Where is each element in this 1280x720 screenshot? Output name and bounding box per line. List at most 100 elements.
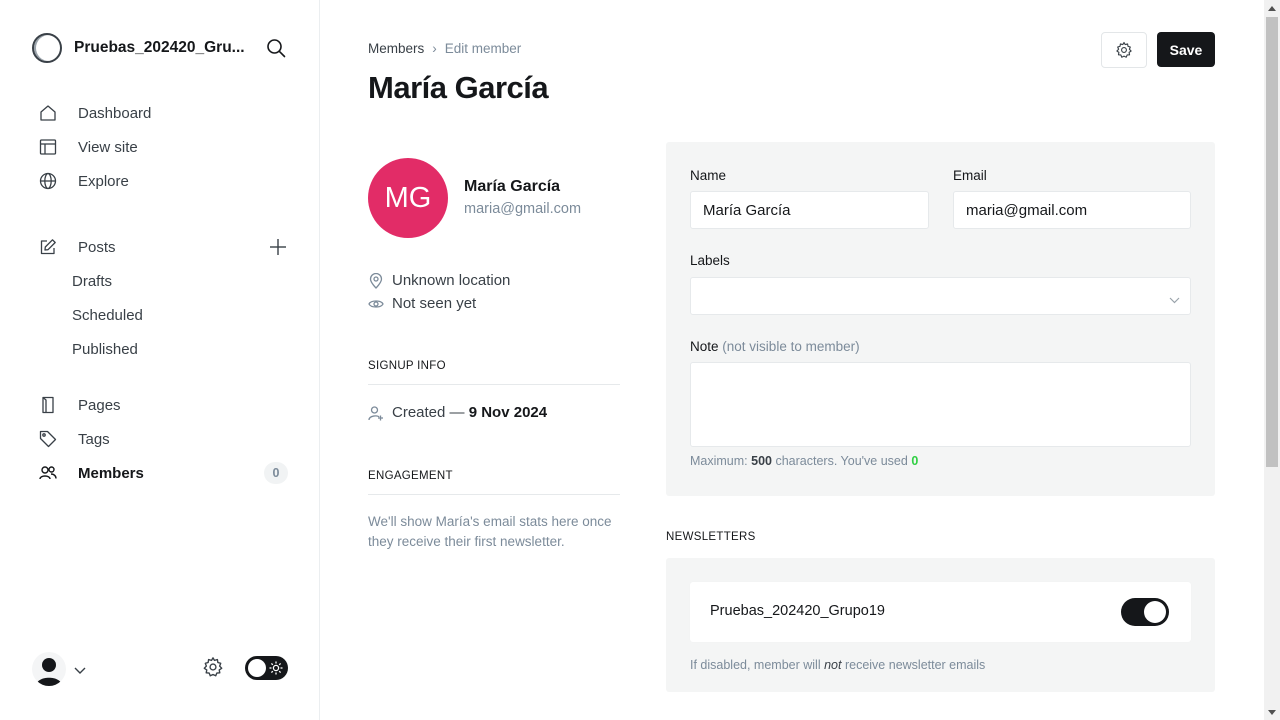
site-logo[interactable] (32, 33, 62, 63)
hint-max-prefix: Maximum: (690, 454, 748, 468)
eye-icon (368, 296, 384, 312)
nav-item-view-site[interactable]: View site (32, 130, 288, 164)
user-silhouette-icon (36, 658, 62, 686)
newsletter-name: Pruebas_202420_Grupo19 (710, 603, 885, 619)
pencil-square-icon (38, 237, 58, 257)
nav-label-posts: Posts (78, 238, 116, 256)
newsletters-heading: NEWSLETTERS (666, 531, 756, 543)
note-label-hint: (not visible to member) (722, 339, 860, 354)
page-scrollbar[interactable] (1264, 0, 1280, 720)
breadcrumb-members-link[interactable]: Members (368, 41, 424, 56)
hint-max-value: 500 (751, 454, 772, 468)
engagement-heading: ENGAGEMENT (368, 470, 620, 495)
toggle-knob (1144, 601, 1166, 623)
newsletter-hint: If disabled, member will not receive new… (690, 658, 985, 672)
note-char-hint: Maximum: 500 characters. You've used 0 (690, 454, 918, 468)
nav-item-members[interactable]: Members 0 (32, 456, 288, 490)
name-field[interactable]: María García (690, 191, 929, 229)
nl-hint-em: not (824, 658, 842, 672)
member-name: María García (464, 178, 561, 195)
nav-item-tags[interactable]: Tags (32, 422, 288, 456)
site-title[interactable]: Pruebas_202420_Gru... (74, 39, 250, 57)
email-field[interactable]: maria@gmail.com (953, 191, 1191, 229)
member-avatar: MG (368, 158, 448, 238)
nl-hint-after: receive newsletter emails (844, 658, 986, 672)
toggle-knob (248, 659, 266, 677)
layout-icon (38, 137, 58, 157)
nav-item-scheduled[interactable]: Scheduled (32, 298, 288, 332)
users-icon (38, 463, 58, 483)
created-row: Created — 9 Nov 2024 (368, 404, 547, 421)
home-icon (38, 103, 58, 123)
members-count-badge: 0 (264, 462, 288, 484)
user-plus-icon (368, 405, 384, 421)
globe-icon (38, 171, 58, 191)
save-button[interactable]: Save (1157, 32, 1215, 67)
sun-icon (269, 661, 283, 680)
content-nav: Posts Drafts Scheduled Published (32, 230, 288, 366)
name-label: Name (690, 168, 727, 183)
scroll-up-arrow-icon[interactable] (1264, 0, 1280, 16)
member-email: maria@gmail.com (464, 201, 582, 217)
member-settings-button[interactable] (1101, 32, 1147, 68)
nav-label-drafts: Drafts (72, 272, 113, 290)
newsletters-panel: Pruebas_202420_Grupo19 If disabled, memb… (666, 558, 1215, 692)
nl-hint-before: If disabled, member will (690, 658, 821, 672)
breadcrumb-chevron-icon: › (432, 41, 437, 56)
newsletter-subscription-toggle[interactable] (1121, 598, 1169, 626)
tag-icon (38, 429, 58, 449)
nav-label-view-site: View site (78, 138, 138, 156)
nav-label-pages: Pages (78, 396, 121, 414)
main-content: Members › Edit member María García Save … (320, 0, 1264, 720)
email-label: Email (953, 168, 987, 183)
created-date: 9 Nov 2024 (468, 404, 548, 421)
labels-label: Labels (690, 253, 730, 268)
last-seen-text: Not seen yet (392, 295, 477, 312)
nav-label-dashboard: Dashboard (78, 104, 152, 122)
note-textarea[interactable] (690, 362, 1191, 447)
location-pin-icon (368, 272, 384, 289)
note-label: Note (not visible to member) (690, 339, 860, 354)
site-nav: Pages Tags Members 0 (32, 388, 288, 490)
member-profile: MG María García maria@gmail.com Unknown … (368, 158, 620, 549)
nav-label-explore: Explore (78, 172, 129, 190)
nav-item-published[interactable]: Published (32, 332, 288, 366)
user-avatar[interactable] (32, 652, 66, 686)
chevron-down-icon (1169, 291, 1180, 309)
site-header: Pruebas_202420_Gru... (32, 32, 288, 64)
settings-gear-icon[interactable] (202, 656, 224, 683)
nav-item-pages[interactable]: Pages (32, 388, 288, 422)
engagement-text: We'll show María's email stats here once… (368, 514, 612, 549)
hint-used-value: 0 (911, 454, 919, 468)
primary-nav: Dashboard View site Explore (32, 96, 288, 198)
nav-label-members: Members (78, 464, 144, 482)
breadcrumb-current: Edit member (444, 41, 522, 56)
breadcrumb: Members › Edit member (368, 41, 521, 56)
chevron-down-icon[interactable] (74, 662, 86, 680)
hint-max-mid: characters. You've used (775, 454, 908, 468)
theme-toggle[interactable] (245, 656, 288, 680)
nav-item-posts[interactable]: Posts (32, 230, 288, 264)
sidebar-footer (32, 648, 288, 688)
search-icon[interactable] (264, 36, 288, 60)
nav-label-scheduled: Scheduled (72, 306, 143, 324)
nav-item-explore[interactable]: Explore (32, 164, 288, 198)
nav-label-published: Published (72, 340, 138, 358)
page-icon (38, 395, 58, 415)
member-form: Name María García Email maria@gmail.com … (666, 142, 1215, 496)
nav-item-dashboard[interactable]: Dashboard (32, 96, 288, 130)
newsletter-item: Pruebas_202420_Grupo19 (690, 582, 1191, 642)
created-prefix: Created — (392, 404, 465, 421)
new-post-plus-icon[interactable] (268, 237, 288, 257)
signup-info-heading: SIGNUP INFO (368, 360, 620, 385)
gear-icon (1116, 41, 1132, 58)
scrollbar-thumb[interactable] (1266, 17, 1278, 467)
note-label-text: Note (690, 339, 719, 354)
nav-item-drafts[interactable]: Drafts (32, 264, 288, 298)
scroll-down-arrow-icon[interactable] (1264, 704, 1280, 720)
labels-select[interactable] (690, 277, 1191, 315)
nav-label-tags: Tags (78, 430, 110, 448)
location-row: Unknown location (368, 272, 510, 289)
last-seen-row: Not seen yet (368, 295, 476, 312)
sidebar: Pruebas_202420_Gru... Dashboard View sit… (0, 0, 320, 720)
